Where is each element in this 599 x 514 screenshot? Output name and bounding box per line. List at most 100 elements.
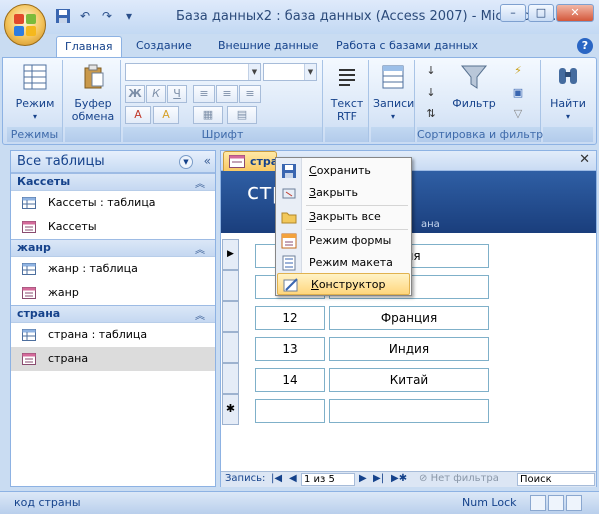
rich-text-button[interactable]: Текст RTF (327, 62, 367, 123)
qat-customize-button[interactable]: ▾ (120, 8, 138, 24)
ribbon-tabs: Главная Создание Внешние данные Работа с… (0, 34, 599, 58)
clipboard-icon (84, 64, 104, 89)
code-field[interactable] (255, 399, 325, 423)
filter-icon (460, 65, 488, 89)
font-name-combo[interactable]: ▼ (125, 63, 261, 81)
align-left-button[interactable]: ≡ (193, 85, 215, 103)
nav-item-country-form[interactable]: страна (11, 347, 215, 371)
prev-record-button[interactable]: ◀ (289, 473, 297, 484)
align-center-button[interactable]: ≡ (216, 85, 238, 103)
code-field[interactable]: 13 (255, 337, 325, 361)
form-view-toggle-icon[interactable] (530, 495, 546, 511)
new-record-button[interactable]: ▶✱ (391, 473, 407, 484)
sort-ascending-icon[interactable]: ↓ (421, 63, 441, 81)
nav-item-cassettes-form[interactable]: Кассеты (11, 215, 215, 239)
filter-status-button[interactable]: ⊘ Нет фильтра (419, 473, 499, 484)
nav-pane-header[interactable]: Все таблицы ▼ « (11, 151, 215, 173)
tab-external-data[interactable]: Внешние данные (210, 36, 326, 58)
last-record-button[interactable]: ▶| (373, 473, 384, 484)
find-button[interactable]: Найти ▾ (545, 62, 591, 123)
folder-icon (281, 212, 297, 224)
nav-item-genre-form[interactable]: жанр (11, 281, 215, 305)
chevron-down-icon: ▼ (248, 64, 260, 80)
undo-button[interactable]: ↶ (76, 8, 94, 24)
nav-item-genre-table[interactable]: жанр : таблица (11, 257, 215, 281)
name-field[interactable]: Китай (329, 368, 489, 392)
office-button[interactable] (4, 4, 46, 46)
alternate-fill-button[interactable]: ▤ (227, 106, 257, 124)
nav-item-country-table[interactable]: страна : таблица (11, 323, 215, 347)
menu-item-design-view[interactable]: Конструктор (277, 273, 410, 295)
menu-item-save[interactable]: Сохранить (276, 160, 411, 182)
fill-color-button[interactable]: A (153, 106, 179, 124)
records-button[interactable]: Записи ▾ (373, 62, 414, 123)
name-field[interactable]: Индия (329, 337, 489, 361)
nav-group-cassettes[interactable]: Кассеты ︽ (11, 173, 215, 191)
save-icon[interactable] (54, 8, 72, 24)
record-selector-new[interactable]: ✱ (222, 394, 239, 425)
selection-filter-icon[interactable]: ⚡ (505, 63, 531, 81)
clear-sort-icon[interactable]: ⇅ (421, 106, 441, 124)
nav-item-label: страна : таблица (48, 328, 148, 341)
binoculars-icon (559, 68, 577, 84)
gridlines-button[interactable]: ▦ (193, 106, 223, 124)
filter-label: Фильтр (452, 97, 496, 110)
view-mode-button[interactable]: Режим ▾ (11, 62, 59, 123)
menu-item-layout-view[interactable]: Режим макета (276, 252, 411, 274)
advanced-filter-icon[interactable]: ▣ (505, 85, 531, 103)
document-tab-country[interactable]: стра (223, 151, 278, 171)
redo-button[interactable]: ↷ (98, 8, 116, 24)
name-field[interactable]: Франция (329, 306, 489, 330)
nav-pane-title: Все таблицы (17, 154, 105, 169)
record-selector-current[interactable]: ▶ (222, 239, 239, 270)
clipboard-button[interactable]: Буфер обмена (67, 62, 119, 123)
record-selector[interactable] (222, 301, 239, 332)
menu-item-form-view[interactable]: Режим формы (276, 230, 411, 252)
name-field[interactable] (329, 399, 489, 423)
code-field[interactable]: 12 (255, 306, 325, 330)
bold-button[interactable]: Ж (125, 85, 145, 103)
tab-home[interactable]: Главная (56, 36, 122, 58)
menu-item-close-all[interactable]: Закрыть все (276, 206, 411, 228)
nav-item-label: Кассеты (48, 220, 97, 233)
code-field[interactable]: 14 (255, 368, 325, 392)
record-label: Запись: (225, 473, 266, 484)
maximize-button[interactable]: □ (528, 4, 554, 22)
record-selector[interactable] (222, 363, 239, 394)
collapse-pane-icon[interactable]: « (204, 154, 211, 168)
italic-button[interactable]: К (146, 85, 166, 103)
next-record-button[interactable]: ▶ (359, 473, 367, 484)
font-size-combo[interactable]: ▼ (263, 63, 317, 81)
chevron-down-icon: ▾ (565, 112, 570, 121)
first-record-button[interactable]: |◀ (271, 473, 282, 484)
tab-database-tools[interactable]: Работа с базами данных (328, 36, 486, 58)
toggle-filter-icon[interactable]: ▽ (505, 106, 531, 124)
record-selector[interactable] (222, 332, 239, 363)
rich-text-group: Текст RTF (325, 60, 369, 142)
close-window-button[interactable]: ✕ (556, 4, 594, 22)
minimize-button[interactable]: – (500, 4, 526, 22)
search-input[interactable]: Поиск (517, 473, 595, 486)
nav-group-genre[interactable]: жанр ︽ (11, 239, 215, 257)
sort-descending-icon[interactable]: ↓ (421, 85, 441, 103)
paragraph-icon (339, 69, 355, 86)
underline-button[interactable]: Ч (167, 85, 187, 103)
tab-create[interactable]: Создание (128, 36, 200, 58)
filter-button[interactable]: Фильтр (447, 62, 501, 110)
chevron-down-icon[interactable]: ▼ (179, 155, 193, 169)
record-position-input[interactable]: 1 из 5 (301, 473, 355, 486)
font-color-button[interactable]: A (125, 106, 151, 124)
menu-item-label: Режим формы (309, 234, 392, 247)
align-right-button[interactable]: ≡ (239, 85, 261, 103)
close-icon[interactable]: ✕ (579, 152, 590, 167)
clipboard-group: Буфер обмена (65, 60, 121, 142)
nav-group-country[interactable]: страна ︽ (11, 305, 215, 323)
layout-view-toggle-icon[interactable] (548, 495, 564, 511)
table-icon (22, 263, 36, 275)
design-view-toggle-icon[interactable] (566, 495, 582, 511)
menu-item-close[interactable]: Закрыть (276, 182, 411, 204)
help-icon[interactable]: ? (577, 38, 593, 54)
records-group-label (371, 127, 414, 142)
nav-item-cassettes-table[interactable]: Кассеты : таблица (11, 191, 215, 215)
record-selector[interactable] (222, 270, 239, 301)
